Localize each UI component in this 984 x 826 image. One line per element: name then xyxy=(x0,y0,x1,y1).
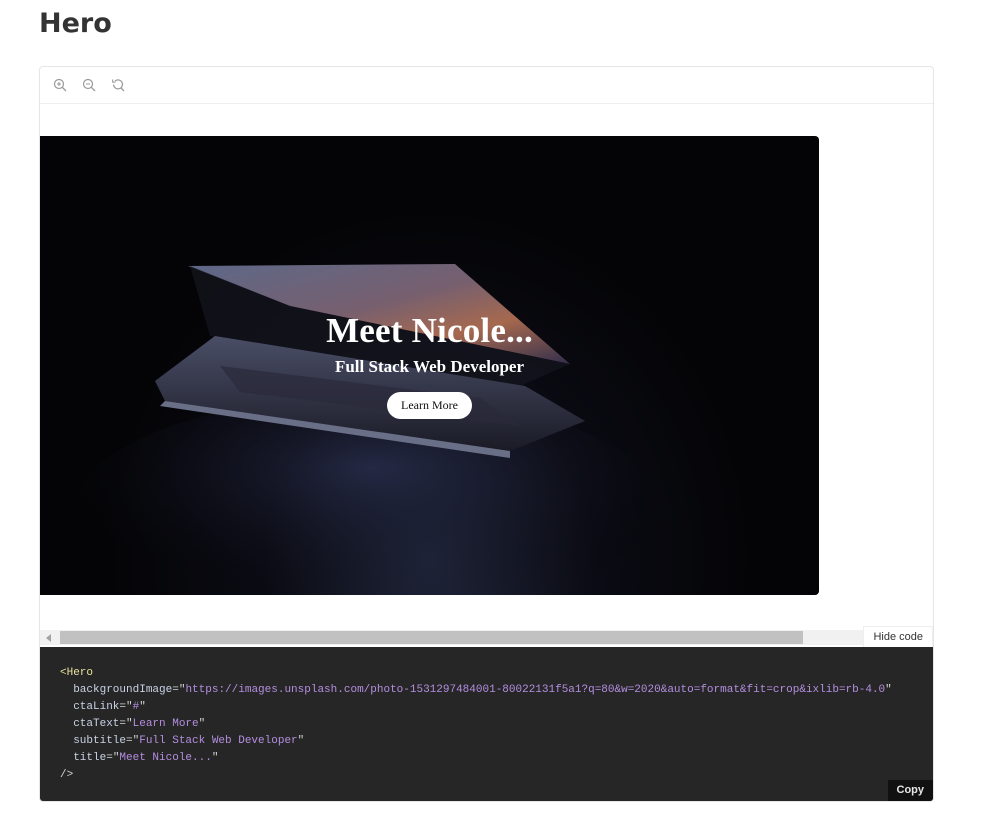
hide-code-button[interactable]: Hide code xyxy=(863,626,933,647)
copy-button[interactable]: Copy xyxy=(887,780,933,801)
code-attr-name: ctaText xyxy=(73,718,120,730)
scrollbar-thumb[interactable] xyxy=(60,631,803,644)
preview-stage: Meet Nicole... Full Stack Web Developer … xyxy=(40,104,933,630)
code-attr-value: Learn More xyxy=(132,718,199,730)
reset-zoom-icon[interactable] xyxy=(110,78,125,93)
code-close-tag: /> xyxy=(60,769,74,781)
hero-title: Meet Nicole... xyxy=(326,311,533,350)
code-attr-name: backgroundImage xyxy=(73,684,173,696)
code-attr-value: Full Stack Web Developer xyxy=(139,735,298,747)
scroll-left-icon[interactable] xyxy=(46,634,51,642)
code-component-name: Hero xyxy=(66,667,94,679)
code-attr-name: subtitle xyxy=(73,735,127,747)
hero-section: Meet Nicole... Full Stack Web Developer … xyxy=(40,136,819,595)
code-attr-value: Meet Nicole... xyxy=(119,752,212,764)
code-attr-value: https://images.unsplash.com/photo-153129… xyxy=(185,684,886,696)
zoom-out-icon[interactable] xyxy=(81,78,96,93)
code-open-tag: <Hero xyxy=(60,667,94,679)
code-attr-name: ctaLink xyxy=(73,701,120,713)
horizontal-scrollbar[interactable] xyxy=(40,630,865,645)
zoom-in-icon[interactable] xyxy=(52,78,67,93)
code-attr-name: title xyxy=(73,752,107,764)
learn-more-button[interactable]: Learn More xyxy=(387,392,472,419)
page-title: Hero xyxy=(39,8,112,39)
hero-subtitle: Full Stack Web Developer xyxy=(334,357,525,376)
preview-toolbar xyxy=(40,67,933,104)
code-panel: <Hero backgroundImage="https://images.un… xyxy=(40,647,933,801)
hero-content: Meet Nicole... Full Stack Web Developer … xyxy=(40,308,819,419)
component-preview: Meet Nicole... Full Stack Web Developer … xyxy=(39,66,934,802)
